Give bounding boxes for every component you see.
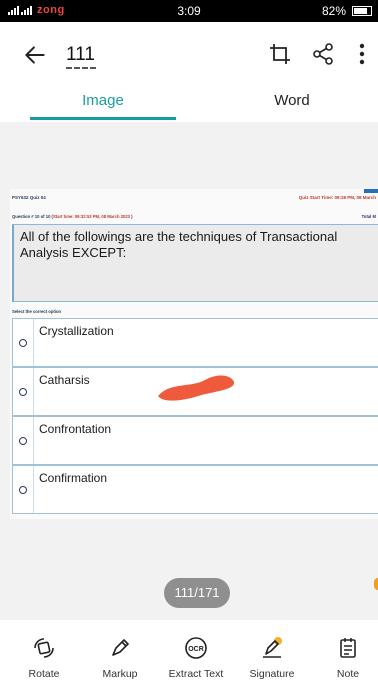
page-accent-bar [364, 189, 378, 193]
ocr-icon: OCR [185, 637, 207, 659]
option-label: Confirmation [39, 471, 108, 485]
markup-button[interactable]: Markup [82, 620, 158, 684]
question-text: All of the followings are the techniques… [12, 224, 378, 302]
option-row: Confrontation [12, 416, 378, 465]
active-tab-indicator [30, 117, 176, 120]
signature-label: Signature [249, 668, 295, 680]
radio-button [19, 486, 27, 494]
option-row: Crystallization [12, 318, 378, 367]
document-title[interactable]: 111 [66, 44, 95, 66]
share-icon[interactable] [311, 42, 335, 66]
quiz-title: PSY632 Quiz 04 [12, 195, 46, 200]
signature-button[interactable]: Signature [234, 620, 310, 684]
signature-icon [263, 637, 282, 658]
total-marks: Total M [361, 214, 376, 219]
rotate-icon [34, 638, 54, 658]
note-button[interactable]: Note [310, 620, 378, 684]
radio-button [19, 339, 27, 347]
rotate-button[interactable]: Rotate [6, 620, 82, 684]
rotate-label: Rotate [28, 668, 60, 680]
radio-button [19, 437, 27, 445]
option-radio-cell [13, 466, 34, 513]
option-label: Confrontation [39, 422, 112, 436]
markup-label: Markup [102, 668, 138, 680]
battery-icon [352, 6, 372, 16]
app-header: 111 Image Word [0, 22, 378, 122]
redaction-scribble [158, 375, 235, 401]
option-radio-cell [13, 417, 34, 464]
note-label: Note [336, 668, 360, 680]
tab-word[interactable]: Word [230, 92, 354, 109]
battery-percent: 82% [321, 4, 346, 18]
select-option-label: Select the correct option [12, 309, 62, 314]
option-radio-cell [13, 319, 34, 366]
option-row: Confirmation [12, 465, 378, 514]
question-number-text: Question # 10 of 10 ( [12, 214, 53, 219]
bottom-toolbar: Rotate Markup OCR Extract Text Signature… [0, 620, 378, 684]
radio-button [19, 388, 27, 396]
more-options-icon[interactable] [352, 42, 372, 66]
page-counter: 111/171 [164, 578, 230, 608]
question-number-close: ) [130, 214, 133, 219]
option-label: Catharsis [39, 373, 90, 387]
option-label: Crystallization [39, 324, 114, 338]
status-right: 82% [322, 4, 372, 18]
svg-text:OCR: OCR [188, 646, 204, 653]
back-arrow-icon[interactable] [22, 42, 48, 68]
note-icon [340, 638, 356, 658]
extract-text-button[interactable]: OCR Extract Text [158, 620, 234, 684]
option-radio-cell [13, 368, 34, 415]
quiz-start-time: Quiz Start Time: 09:28 PM, 08 March [298, 195, 376, 200]
extract-text-label: Extract Text [168, 668, 224, 680]
status-bar: zong 3:09 82% [0, 0, 378, 22]
question-start-time: Start time: 09:32:53 PM, 08 March 2023 [52, 214, 131, 219]
edge-handle[interactable] [374, 578, 378, 590]
question-number: Question # 10 of 10 (Start time: 09:32:5… [12, 214, 133, 219]
document-page: PSY632 Quiz 04 Quiz Start Time: 09:28 PM… [10, 189, 378, 519]
tab-image[interactable]: Image [30, 92, 176, 109]
markup-icon [112, 639, 129, 656]
title-underline [66, 67, 96, 69]
crop-icon[interactable] [268, 42, 292, 66]
